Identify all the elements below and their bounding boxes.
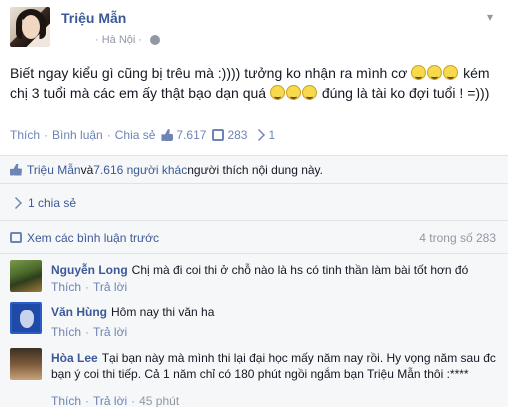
thumbs-up-icon <box>10 163 22 176</box>
avatar[interactable] <box>10 260 42 292</box>
comment-text: Chị mà đi coi thi ở chỗ nào là hs có tin… <box>131 263 469 277</box>
feedback-section: Triệu Mẫn và 7.616 người khác người thíc… <box>0 155 508 407</box>
likes-others-link[interactable]: 7.616 người khác <box>93 163 187 177</box>
comment-count-value: 283 <box>227 128 248 142</box>
grin-emoji-icon <box>285 85 301 100</box>
likes-suffix: người thích nội dung này. <box>187 162 324 177</box>
comment-reply-button[interactable]: Trả lời <box>93 280 127 294</box>
comment-text: Hôm nay thi văn ha <box>111 305 215 319</box>
grin-emoji-icon <box>269 85 285 100</box>
like-count-value: 7.617 <box>176 128 207 142</box>
post-actions: Thích · Bình luận · Chia sẻ 7.617 283 1 <box>10 128 276 142</box>
comment-author[interactable]: Nguyễn Long <box>51 263 128 277</box>
likes-and: và <box>80 162 94 177</box>
post-author-name[interactable]: Triệu Mẫn <box>61 10 126 26</box>
comment-item: Nguyễn Long Chị mà đi coi thi ở chỗ nào l… <box>0 255 508 294</box>
avatar[interactable] <box>10 302 42 334</box>
comment-icon <box>10 232 22 243</box>
comment-author[interactable]: Hòa Lee <box>51 351 98 365</box>
globe-icon <box>150 35 161 45</box>
comment-page-count: 4 trong số 283 <box>419 230 496 245</box>
view-previous-comments[interactable]: Xem các bình luận trước 4 trong số 283 <box>0 222 508 254</box>
view-more-text: Xem các bình luận trước <box>27 230 159 245</box>
share-count-value: 1 <box>268 128 276 142</box>
comment-text: Tại bạn này mà mình thi lại đại học mấy … <box>51 351 496 381</box>
comment-like-button[interactable]: Thích <box>51 325 81 339</box>
comment-item: Văn Hùng Hôm nay thi văn ha Thích · Trả l… <box>0 297 508 341</box>
share-icon <box>10 196 22 209</box>
comment-actions: Thích · Trả lời <box>51 325 128 339</box>
chevron-down-icon[interactable]: ▾ <box>482 9 498 25</box>
comment-timestamp[interactable]: 45 phút <box>139 394 179 407</box>
likes-name-link[interactable]: Triệu Mẫn <box>27 163 81 177</box>
comment-item: Hòa Lee Tại bạn này mà mình thi lại đại h… <box>0 343 508 407</box>
comment-like-button[interactable]: Thích <box>51 394 81 407</box>
comment-button[interactable]: Bình luận <box>52 128 103 142</box>
comment-actions: Thích · Trả lời <box>51 280 128 294</box>
comment-actions: Thích · Trả lời · 45 phút <box>51 394 180 407</box>
comment-like-button[interactable]: Thích <box>51 280 81 294</box>
comment-reply-button[interactable]: Trả lời <box>93 394 127 407</box>
avatar[interactable] <box>10 348 42 380</box>
shares-text: 1 chia sẻ <box>28 195 77 210</box>
shares-link[interactable]: 1 chia sẻ <box>0 185 508 221</box>
likes-summary: Triệu Mẫn và 7.616 người khác người thíc… <box>0 156 508 184</box>
comment-count[interactable]: 283 <box>212 128 247 142</box>
post-text: Biết ngay kiểu gì cũng bị trêu mà :)))) … <box>10 63 500 103</box>
share-icon <box>253 129 266 141</box>
post-location-text[interactable]: · Hà Nội · <box>95 34 142 46</box>
avatar[interactable] <box>10 7 50 47</box>
like-count[interactable]: 7.617 <box>161 128 206 142</box>
grin-emoji-icon <box>443 65 459 80</box>
grin-emoji-icon <box>411 65 427 80</box>
like-button[interactable]: Thích <box>10 128 40 142</box>
comment-reply-button[interactable]: Trả lời <box>93 325 127 339</box>
comment-icon <box>212 129 225 141</box>
comment-author[interactable]: Văn Hùng <box>51 305 107 319</box>
share-button[interactable]: Chia sẻ <box>115 128 156 142</box>
post-text-part3: đúng là tài ko đợi tuổi ! =))) <box>317 85 490 101</box>
grin-emoji-icon <box>427 65 443 80</box>
post-header: Triệu Mẫn · Hà Nội · ▾ <box>0 0 508 56</box>
grin-emoji-icon <box>301 85 317 100</box>
thumbs-up-icon <box>161 129 174 141</box>
post-text-part1: Biết ngay kiểu gì cũng bị trêu mà :)))) … <box>10 65 412 81</box>
share-count[interactable]: 1 <box>253 128 275 142</box>
post-location: · Hà Nội · <box>95 34 161 46</box>
